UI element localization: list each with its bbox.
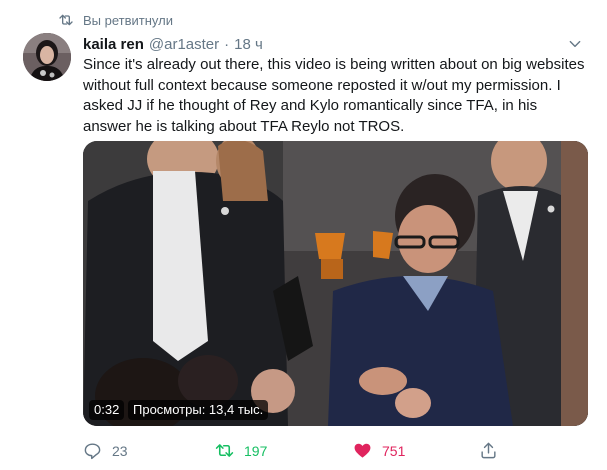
avatar[interactable]: [23, 33, 71, 81]
tweet-text: Since it's already out there, this video…: [83, 56, 585, 135]
more-options-button[interactable]: [565, 34, 585, 54]
retweet-notice-label: Вы ретвитнули: [83, 12, 173, 28]
retweet-icon: [59, 14, 73, 26]
tweet-actions: 23 197 751: [83, 441, 583, 463]
retweet-count: 197: [244, 442, 268, 459]
chevron-down-icon: [569, 40, 581, 48]
video-duration-badge: 0:32: [89, 400, 125, 420]
tweet-time[interactable]: 18 ч: [234, 36, 263, 53]
share-icon: [481, 442, 496, 459]
separator: ·: [224, 35, 230, 53]
retweet-icon: [215, 444, 234, 457]
video-frame: [83, 141, 588, 426]
like-button[interactable]: 751: [353, 441, 405, 460]
reply-count: 23: [112, 442, 128, 459]
reply-button[interactable]: 23: [83, 441, 128, 460]
heart-icon: [354, 443, 371, 458]
video-views-badge: Просмотры: 13,4 тыс.: [128, 400, 269, 420]
video-player[interactable]: [83, 141, 588, 426]
like-count: 751: [382, 442, 406, 459]
reply-icon: [84, 443, 101, 460]
author-handle[interactable]: @ar1aster: [149, 36, 219, 53]
author-name[interactable]: kaila ren: [83, 36, 144, 53]
tweet-content: kaila ren @ar1aster · 18 ч Since it's al…: [83, 34, 593, 137]
retweet-notice: Вы ретвитнули: [58, 10, 173, 30]
retweet-button[interactable]: 197: [215, 441, 267, 460]
share-button[interactable]: [479, 441, 508, 460]
tweet-header: kaila ren @ar1aster · 18 ч: [83, 34, 593, 54]
